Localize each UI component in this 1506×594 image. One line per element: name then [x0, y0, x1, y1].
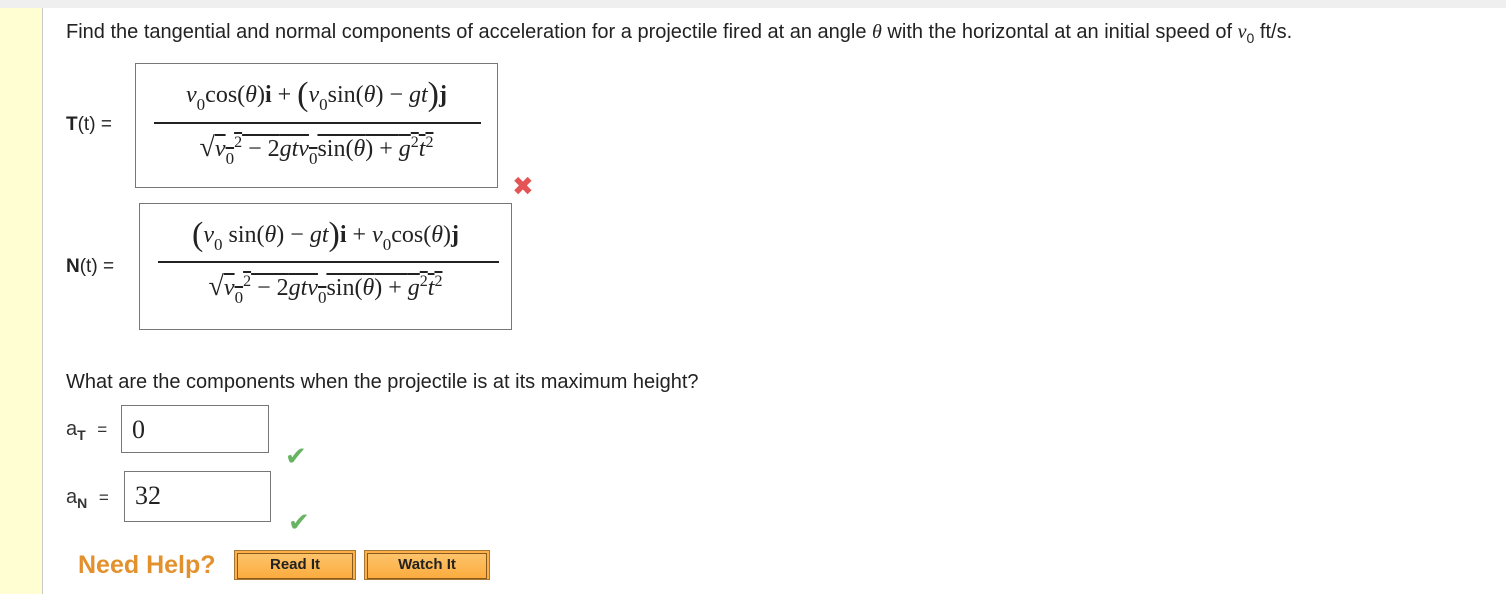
question-sidebar [0, 8, 43, 594]
v-symbol: v [1237, 21, 1247, 43]
watch-it-button-label: Watch It [367, 553, 487, 579]
t-label: T(t) = [66, 114, 112, 136]
at-label-eq: = [97, 420, 108, 439]
top-border [0, 0, 1506, 8]
an-label-a: a [66, 486, 78, 508]
at-label: aT = [66, 418, 107, 443]
at-input[interactable]: 0 [121, 405, 269, 453]
n-label-letter: N [66, 256, 80, 277]
an-input[interactable]: 32 [124, 471, 271, 522]
t-label-arg: (t) [77, 114, 96, 135]
read-it-button-label: Read It [237, 553, 353, 579]
an-label-eq: = [98, 488, 109, 507]
n-fraction-bar [158, 261, 499, 263]
read-it-button[interactable]: Read It [234, 550, 356, 580]
at-label-a: a [66, 418, 78, 440]
max-height-question: What are the components when the project… [66, 371, 699, 393]
watch-it-button[interactable]: Watch It [364, 550, 490, 580]
incorrect-icon: ✖ [512, 171, 534, 201]
n-label: N(t) = [66, 256, 114, 278]
question-text: Find the tangential and normal component… [66, 21, 1292, 46]
t-denominator: √v02 − 2gtv0sin(θ) + g2t2 [199, 132, 434, 168]
t-label-eq: = [95, 114, 112, 135]
t-fraction-bar [154, 122, 481, 124]
t-label-letter: T [66, 114, 78, 135]
n-label-eq: = [97, 256, 115, 277]
n-numerator: (v0 sin(θ) − gt)i + v0cos(θ)j [192, 216, 459, 254]
theta-symbol: θ [872, 21, 882, 43]
question-text-after: ft/s. [1254, 21, 1293, 43]
an-label-sub: N [77, 495, 88, 511]
t-answer-box[interactable]: v0cos(θ)i + (v0sin(θ) − gt)j √v02 − 2gtv… [135, 63, 498, 188]
need-help-label: Need Help? [78, 551, 216, 579]
at-label-sub: T [77, 427, 86, 443]
correct-check-icon: ✔ [285, 441, 307, 471]
n-answer-box[interactable]: (v0 sin(θ) − gt)i + v0cos(θ)j √v02 − 2gt… [139, 203, 512, 330]
an-label: aN = [66, 486, 109, 511]
correct-check-icon: ✔ [288, 507, 310, 537]
question-text-before: Find the tangential and normal component… [66, 21, 873, 43]
n-denominator: √v02 − 2gtv0sin(θ) + g2t2 [208, 271, 443, 307]
t-numerator: v0cos(θ)i + (v0sin(θ) − gt)j [186, 76, 447, 114]
question-text-mid: with the horizontal at an initial speed … [881, 21, 1238, 43]
n-label-arg: (t) [79, 256, 98, 277]
